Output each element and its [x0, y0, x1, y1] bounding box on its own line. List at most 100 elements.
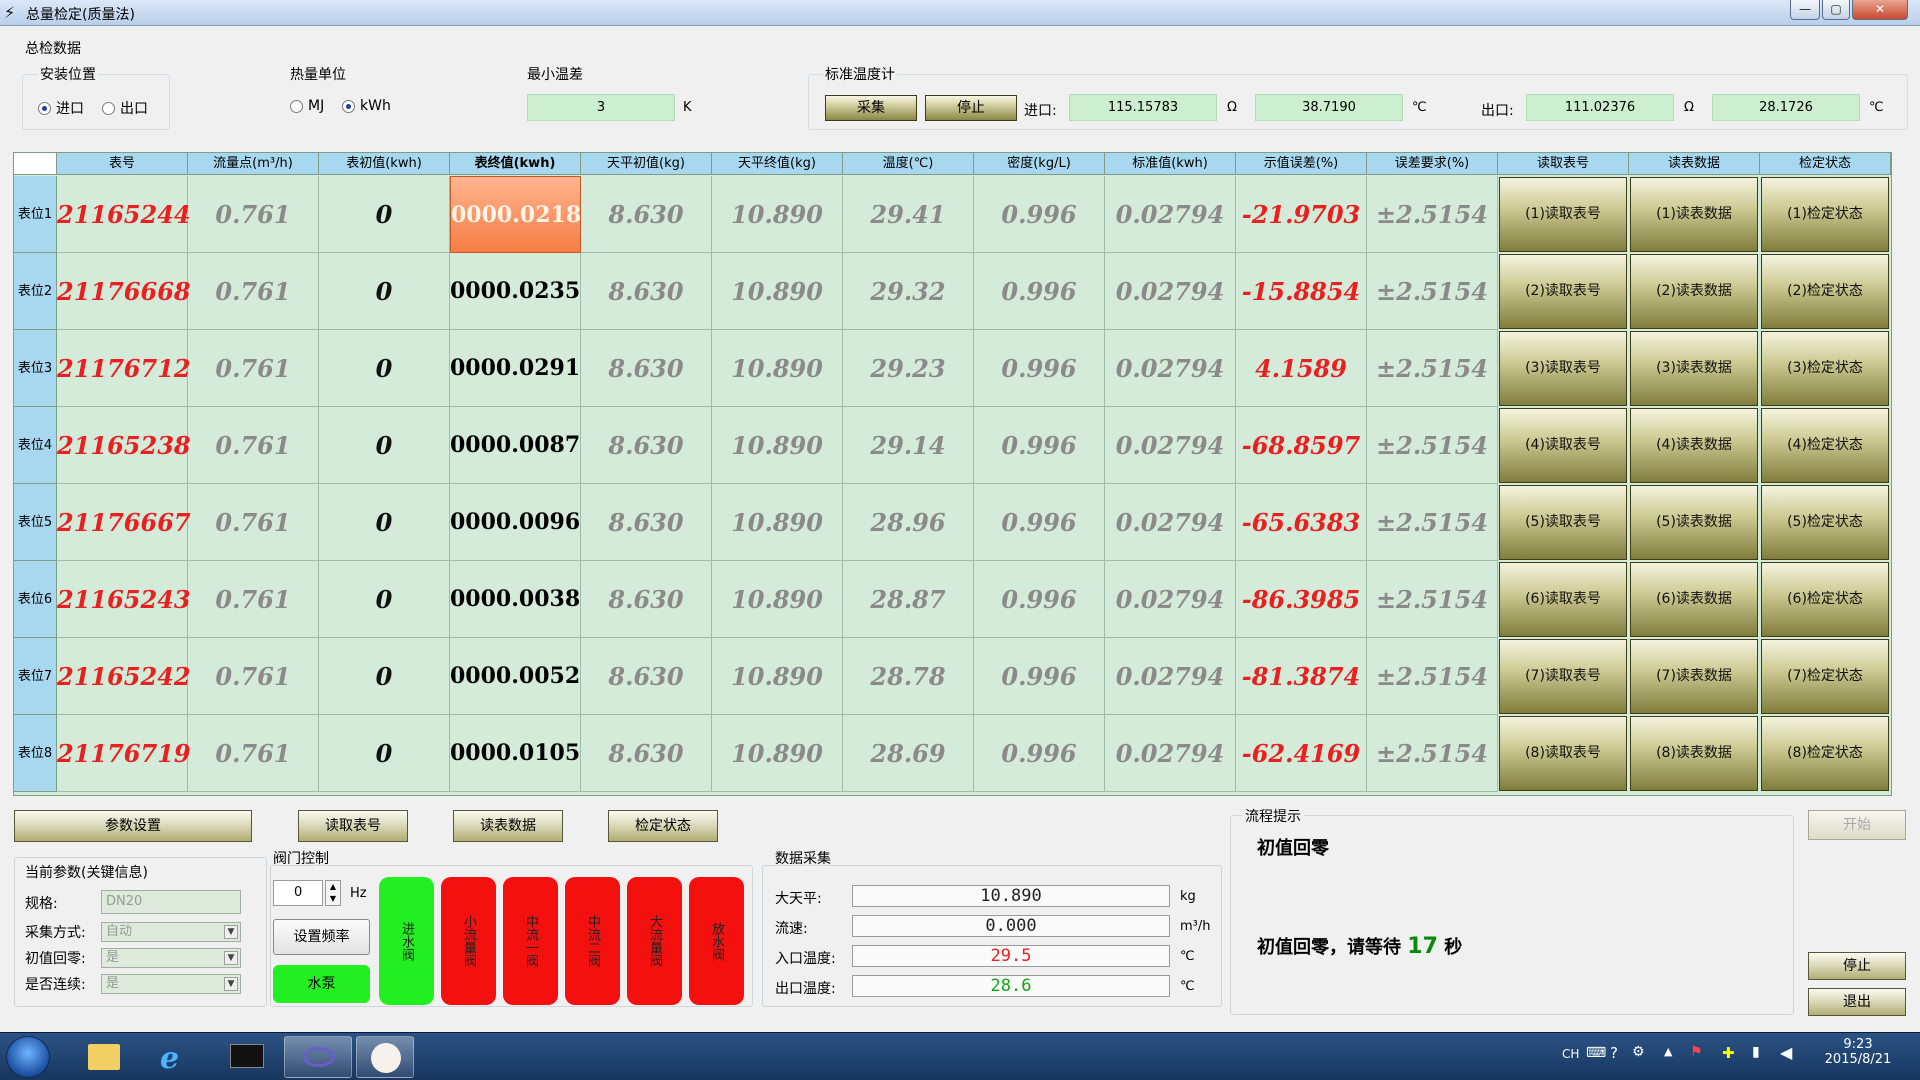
- ie-taskbar-button[interactable]: e: [144, 1036, 206, 1078]
- minimize-button[interactable]: —: [1790, 0, 1820, 20]
- table-cell-temp: 29.14: [843, 407, 974, 484]
- row-read-data-button[interactable]: (2)读表数据: [1630, 254, 1758, 329]
- table-cell-flow: 0.761: [188, 176, 319, 253]
- row-read-data-button[interactable]: (4)读表数据: [1630, 408, 1758, 483]
- row-read-id-button[interactable]: (1)读取表号: [1499, 177, 1627, 252]
- row-verify-button[interactable]: (4)检定状态: [1761, 408, 1889, 483]
- continuous-select[interactable]: 是 ▼: [101, 974, 241, 994]
- explorer-taskbar-button[interactable]: [72, 1036, 134, 1078]
- row-read-id-button[interactable]: (5)读取表号: [1499, 485, 1627, 560]
- row-read-id-button[interactable]: (2)读取表号: [1499, 254, 1627, 329]
- row-verify-button[interactable]: (8)检定状态: [1761, 716, 1889, 791]
- heat-unit-kwh-radio[interactable]: kWh: [342, 98, 391, 114]
- row-read-id-button[interactable]: (3)读取表号: [1499, 331, 1627, 406]
- row-verify-button[interactable]: (2)检定状态: [1761, 254, 1889, 329]
- frequency-input[interactable]: 0: [273, 880, 323, 906]
- install-outlet-radio[interactable]: 出口: [102, 98, 148, 118]
- table-cell-id: 21176668: [57, 253, 191, 330]
- min-temp-unit: K: [683, 100, 692, 115]
- pump-button[interactable]: 水泵: [273, 965, 370, 1003]
- row-read-data-button[interactable]: (8)读表数据: [1630, 716, 1758, 791]
- exit-button[interactable]: 退出: [1808, 988, 1906, 1016]
- start-orb-icon[interactable]: [6, 1036, 50, 1078]
- table-cell-bal_init: 8.630: [581, 176, 712, 253]
- collect-mode-select[interactable]: 自动 ▼: [101, 922, 241, 942]
- continuous-label: 是否连续:: [25, 977, 86, 993]
- row-read-id-button[interactable]: (6)读取表号: [1499, 562, 1627, 637]
- install-inlet-radio[interactable]: 进口: [38, 98, 84, 118]
- column-header: 流量点(m³/h): [188, 153, 319, 175]
- frequency-spinner[interactable]: ▲ ▼: [325, 880, 341, 906]
- mid-flow-valve-1[interactable]: 中流一阀: [503, 877, 558, 1005]
- row-read-id-button[interactable]: (4)读取表号: [1499, 408, 1627, 483]
- row-read-data-button[interactable]: (6)读表数据: [1630, 562, 1758, 637]
- row-read-data-button[interactable]: (3)读表数据: [1630, 331, 1758, 406]
- row-verify-button[interactable]: (3)检定状态: [1761, 331, 1889, 406]
- params-settings-button[interactable]: 参数设置: [14, 810, 252, 842]
- collect-button[interactable]: 采集: [825, 95, 917, 121]
- close-button[interactable]: ✕: [1852, 0, 1908, 20]
- read-data-button[interactable]: 读表数据: [453, 810, 563, 842]
- table-cell-id: 21176667: [57, 484, 191, 561]
- valve-title: 阀门控制: [273, 851, 329, 867]
- mid-flow-valve-2[interactable]: 中流二阀: [565, 877, 620, 1005]
- drain-valve[interactable]: 放水阀: [689, 877, 744, 1005]
- row-read-id-button[interactable]: (7)读取表号: [1499, 639, 1627, 714]
- radio-dot: [102, 101, 115, 115]
- large-flow-valve[interactable]: 大流量阀: [627, 877, 682, 1005]
- row-read-id-button[interactable]: (8)读取表号: [1499, 716, 1627, 791]
- clock[interactable]: 9:23 2015/8/21: [1808, 1037, 1908, 1067]
- set-frequency-button[interactable]: 设置频率: [273, 919, 370, 955]
- row-verify-button[interactable]: (5)检定状态: [1761, 485, 1889, 560]
- table-cell-final[interactable]: 0000.0105: [450, 715, 581, 792]
- tool-taskbar-button[interactable]: [356, 1036, 414, 1078]
- table-cell-final[interactable]: 0000.0235: [450, 253, 581, 330]
- keyboard-icon[interactable]: ⌨: [1586, 1045, 1606, 1061]
- table-cell-err: -62.4169: [1236, 715, 1367, 792]
- row-verify-button[interactable]: (7)检定状态: [1761, 639, 1889, 714]
- settings-icon[interactable]: ⚙: [1632, 1044, 1645, 1060]
- heat-unit-title: 热量单位: [290, 67, 346, 83]
- clock-time: 9:23: [1843, 1037, 1873, 1052]
- help-icon[interactable]: ?: [1610, 1044, 1618, 1062]
- language-indicator[interactable]: CH: [1562, 1047, 1579, 1061]
- verify-status-button[interactable]: 检定状态: [608, 810, 718, 842]
- row-read-data-button[interactable]: (1)读表数据: [1630, 177, 1758, 252]
- table-cell-final[interactable]: 0000.0052: [450, 638, 581, 715]
- table-cell-final[interactable]: 0000.0218: [450, 176, 581, 253]
- column-header: 温度(℃): [843, 153, 974, 175]
- row-verify-button[interactable]: (1)检定状态: [1761, 177, 1889, 252]
- start-button[interactable]: 开始: [1808, 810, 1906, 840]
- action-center-icon[interactable]: ⚑: [1690, 1044, 1703, 1060]
- table-cell-final[interactable]: 0000.0096: [450, 484, 581, 561]
- stop-button[interactable]: 停止: [1808, 952, 1906, 980]
- row-header: 表位5: [14, 484, 57, 561]
- update-icon[interactable]: ✚: [1722, 1044, 1735, 1062]
- table-cell-bal_init: 8.630: [581, 407, 712, 484]
- inlet-valve[interactable]: 进水阀: [379, 877, 434, 1005]
- small-flow-valve[interactable]: 小流量阀: [441, 877, 496, 1005]
- table-cell-final[interactable]: 0000.0291: [450, 330, 581, 407]
- row-read-data-button[interactable]: (5)读表数据: [1630, 485, 1758, 560]
- table-cell-bal_init: 8.630: [581, 330, 712, 407]
- maximize-button[interactable]: ▢: [1822, 0, 1850, 20]
- app-taskbar-button[interactable]: [284, 1036, 352, 1078]
- table-cell-final[interactable]: 0000.0087: [450, 407, 581, 484]
- zero-select[interactable]: 是 ▼: [101, 948, 241, 968]
- min-temp-field[interactable]: 3: [527, 94, 675, 121]
- table-cell-std: 0.02794: [1105, 330, 1236, 407]
- row-read-data-button[interactable]: (7)读表数据: [1630, 639, 1758, 714]
- heat-unit-mj-radio[interactable]: MJ: [290, 98, 324, 114]
- volume-icon[interactable]: ◀: [1780, 1043, 1792, 1062]
- read-id-button[interactable]: 读取表号: [298, 810, 408, 842]
- table-cell-flow: 0.761: [188, 638, 319, 715]
- show-hidden-icon[interactable]: ▲: [1664, 1045, 1672, 1058]
- stop-collect-button[interactable]: 停止: [925, 95, 1017, 121]
- radio-label: kWh: [360, 98, 391, 114]
- row-verify-button[interactable]: (6)检定状态: [1761, 562, 1889, 637]
- table-cell-final[interactable]: 0000.0038: [450, 561, 581, 638]
- cmd-taskbar-button[interactable]: [216, 1036, 278, 1078]
- table-cell-bal_final: 10.890: [712, 715, 843, 792]
- network-icon[interactable]: ▮: [1752, 1044, 1760, 1060]
- table-cell-bal_init: 8.630: [581, 561, 712, 638]
